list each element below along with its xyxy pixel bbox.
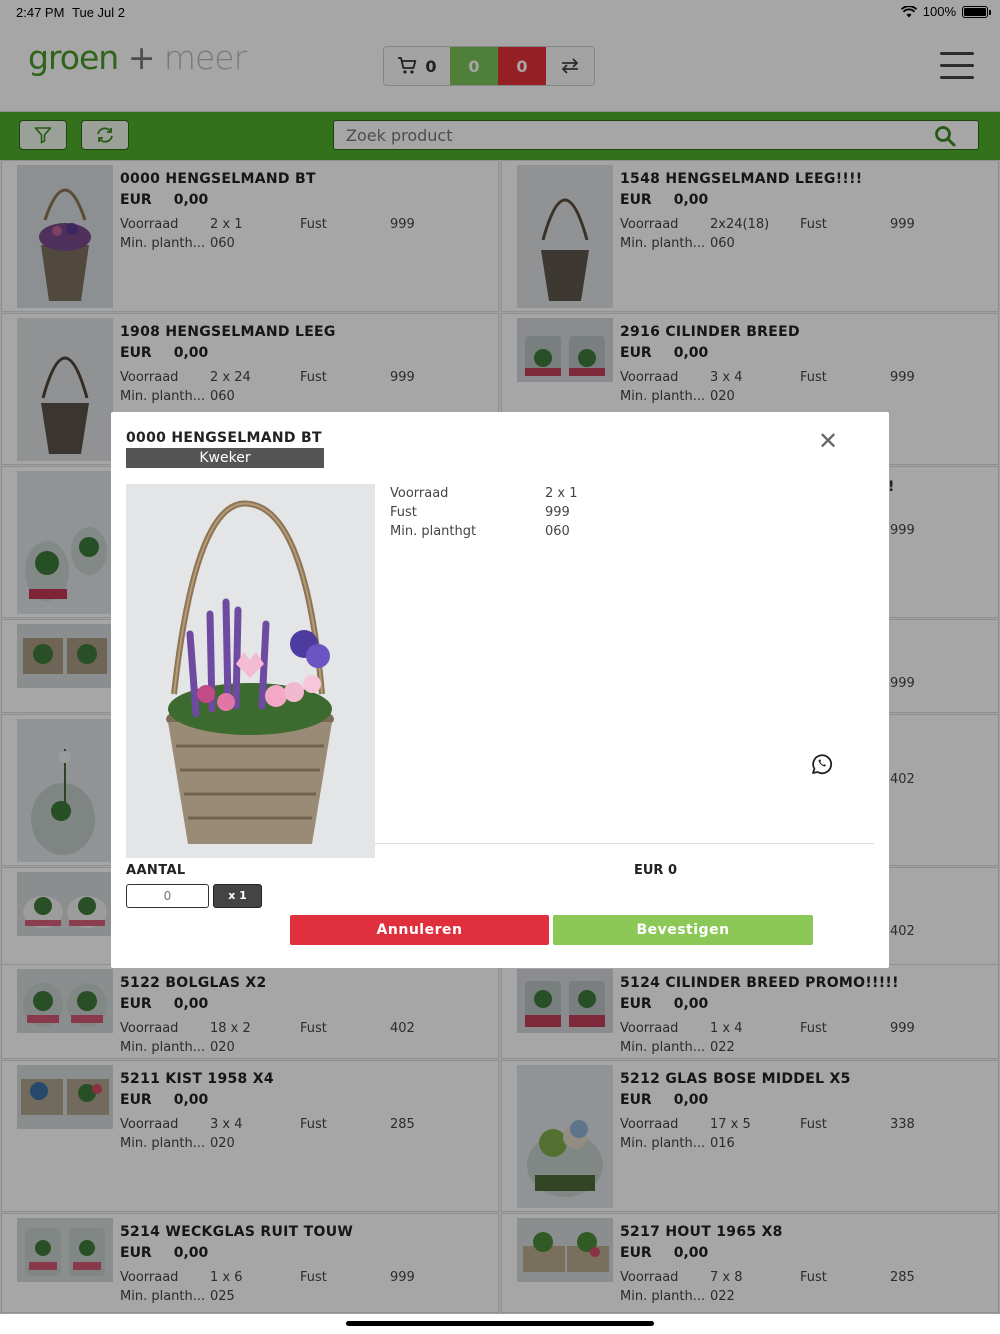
- total-price: EUR 0: [634, 863, 678, 878]
- quantity-label: AANTAL: [126, 863, 186, 878]
- divider: [375, 843, 874, 844]
- close-icon[interactable]: ✕: [817, 429, 839, 453]
- product-detail-modal: 0000 HENGSELMAND BT Kweker ✕ Voorraad 2 x…: [111, 412, 889, 968]
- modal-title: 0000 HENGSELMAND BT: [126, 430, 322, 446]
- whatsapp-icon[interactable]: [810, 752, 834, 776]
- product-photo: [126, 484, 375, 858]
- multiplier-button[interactable]: x 1: [213, 884, 262, 908]
- quantity-input[interactable]: [126, 884, 209, 908]
- modal-specs: Voorraad 2 x 1 Fust 999 Min. planthgt 060: [390, 486, 578, 539]
- home-indicator[interactable]: [346, 1321, 654, 1326]
- confirm-button[interactable]: Bevestigen: [553, 915, 813, 945]
- kweker-badge: Kweker: [126, 448, 324, 468]
- cancel-button[interactable]: Annuleren: [290, 915, 549, 945]
